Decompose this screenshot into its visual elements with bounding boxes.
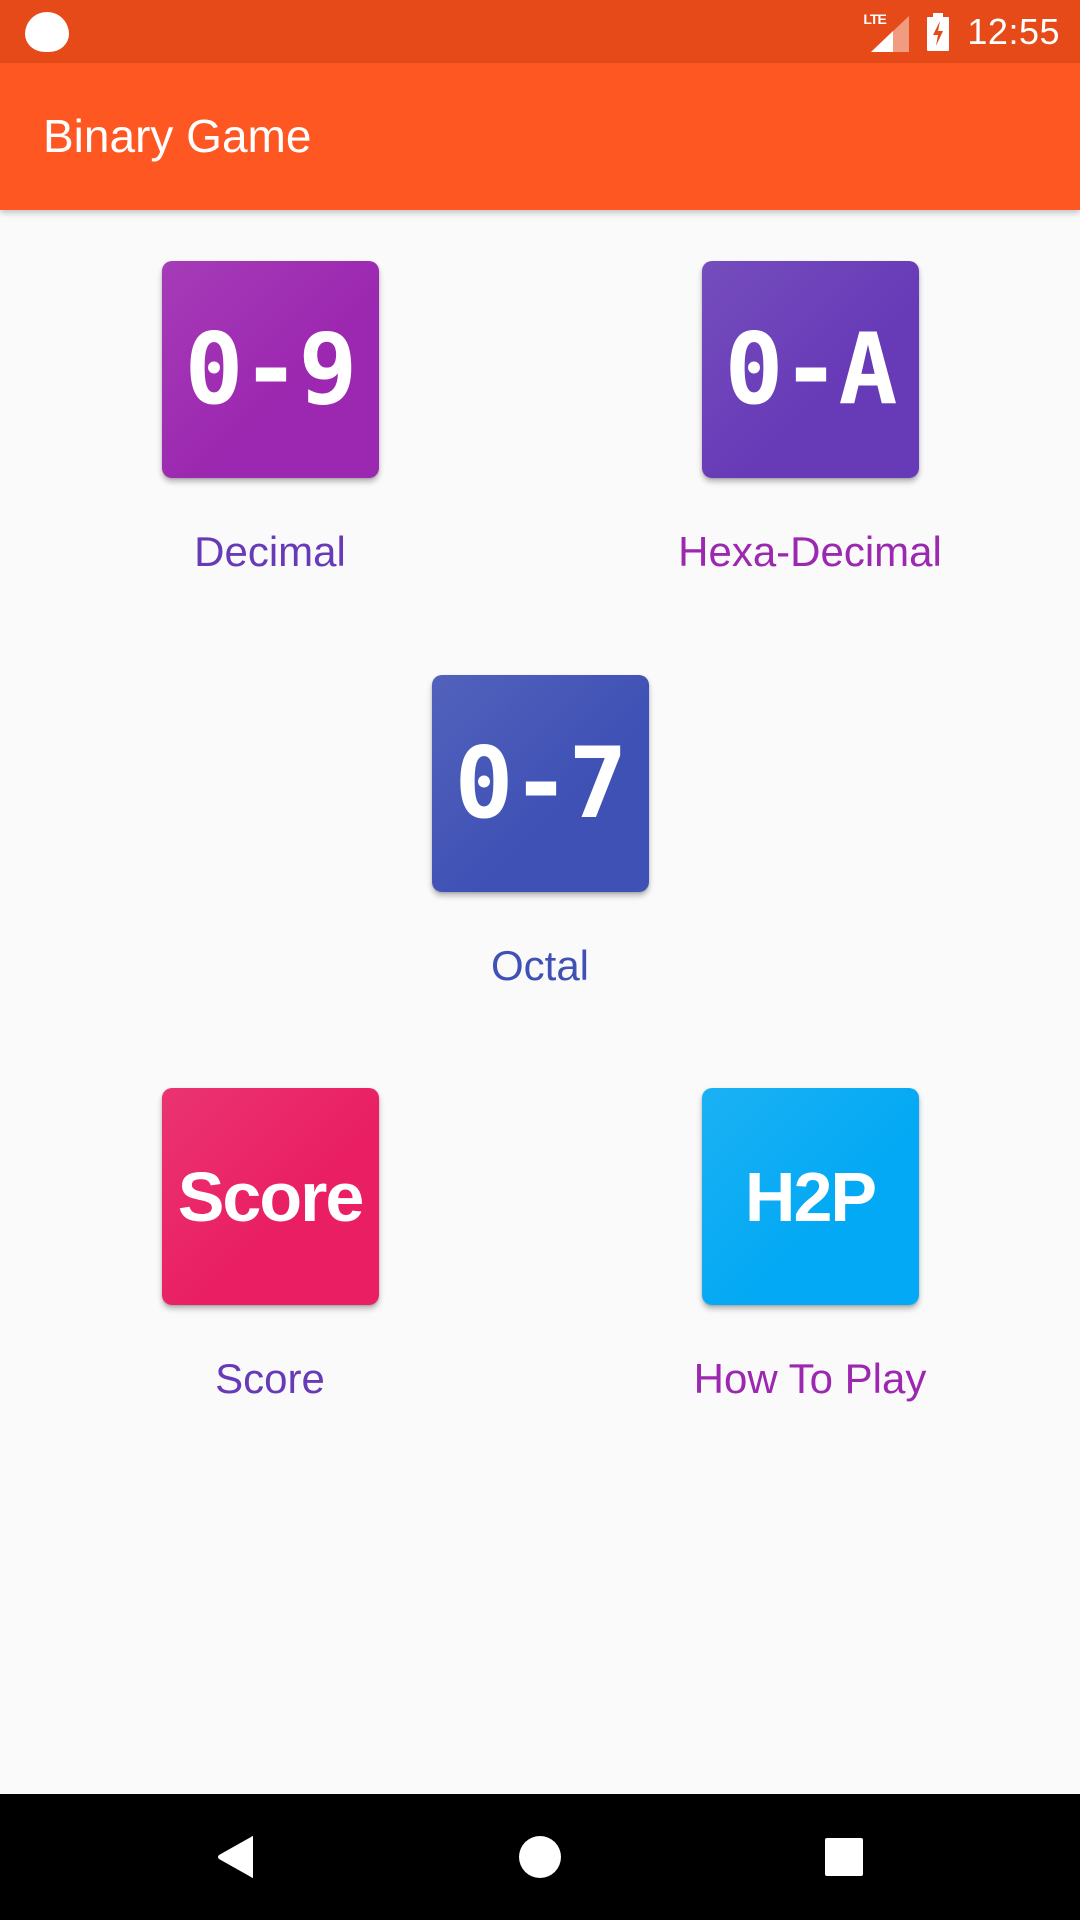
decimal-tile-icon[interactable]: 0-9 bbox=[161, 261, 379, 478]
menu-item-decimal[interactable]: 0-9 Decimal bbox=[90, 261, 450, 576]
recents-button[interactable] bbox=[784, 1794, 904, 1920]
notification-icon bbox=[25, 12, 69, 52]
status-icons: LTE 12:55 bbox=[863, 0, 1060, 63]
home-icon bbox=[519, 1836, 561, 1878]
home-button[interactable] bbox=[480, 1794, 600, 1920]
how-to-play-label: How To Play bbox=[693, 1355, 927, 1402]
hexadecimal-tile-icon[interactable]: 0-A bbox=[701, 261, 919, 478]
app-title: Binary Game bbox=[43, 110, 312, 162]
cell-signal-icon: LTE bbox=[863, 12, 910, 52]
navigation-bar bbox=[0, 1794, 1080, 1920]
status-bar: LTE 12:55 bbox=[0, 0, 1080, 63]
menu-item-hexadecimal[interactable]: 0-A Hexa-Decimal bbox=[630, 261, 990, 576]
score-tile-icon[interactable]: Score bbox=[161, 1088, 379, 1305]
octal-tile-icon[interactable]: 0-7 bbox=[431, 675, 649, 892]
menu-item-score[interactable]: Score Score bbox=[90, 1088, 450, 1403]
clock: 12:55 bbox=[967, 10, 1060, 52]
how-to-play-tile-icon[interactable]: H2P bbox=[701, 1088, 919, 1305]
recents-icon bbox=[825, 1838, 863, 1876]
hexadecimal-label: Hexa-Decimal bbox=[678, 528, 942, 575]
octal-label: Octal bbox=[490, 942, 590, 989]
back-icon bbox=[218, 1836, 253, 1878]
app-bar: Binary Game bbox=[0, 63, 1080, 210]
menu-item-how-to-play[interactable]: H2P How To Play bbox=[630, 1088, 990, 1403]
score-label: Score bbox=[215, 1355, 325, 1402]
decimal-label: Decimal bbox=[194, 528, 346, 575]
menu-item-octal[interactable]: 0-7 Octal bbox=[360, 675, 720, 990]
back-button[interactable] bbox=[176, 1794, 296, 1920]
battery-charging-icon bbox=[927, 12, 950, 51]
